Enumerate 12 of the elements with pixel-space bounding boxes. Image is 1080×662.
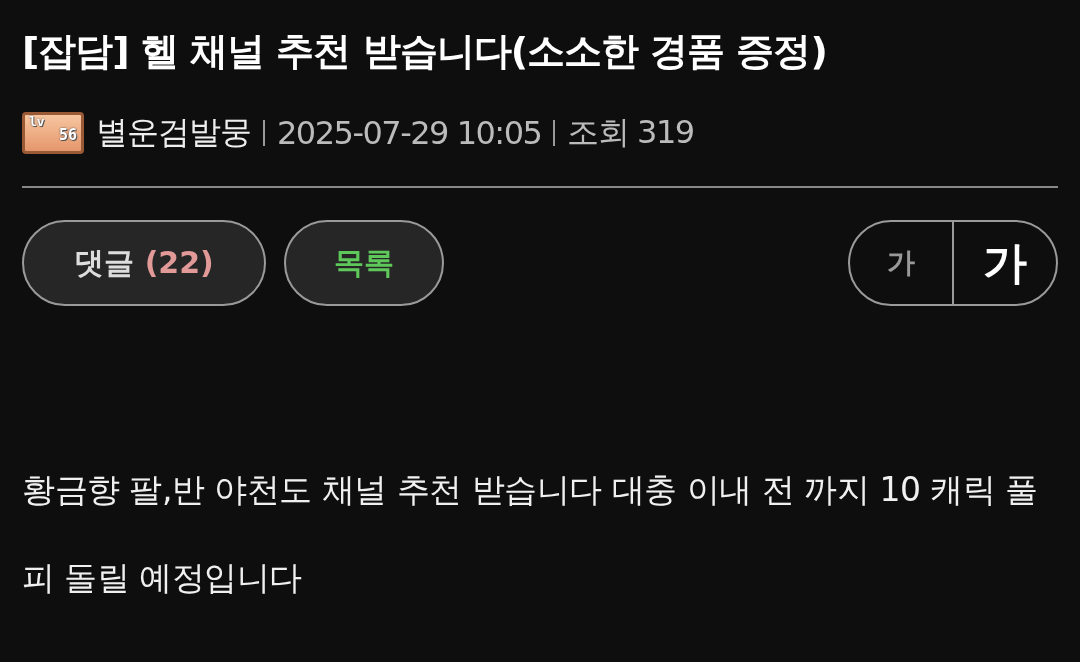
comments-button[interactable]: 댓글 (22) <box>22 220 266 306</box>
author-name[interactable]: 별운검발뭉 <box>96 111 251 155</box>
large-font-button[interactable]: 가 <box>954 222 1056 304</box>
level-number: 56 <box>58 128 77 143</box>
level-prefix: lv <box>29 115 46 128</box>
view-count: 조회 319 <box>567 112 694 153</box>
list-button[interactable]: 목록 <box>284 220 444 306</box>
post-title: [잡담] 헬 채널 추천 받습니다(소소한 경품 증정) <box>22 28 828 75</box>
comment-count: (22) <box>144 244 214 280</box>
post-body: 황금향 팔,반 야천도 채널 추천 받습니다 대충 이내 전 까지 10 캐릭 풀피 돌릴 예정입니다 <box>22 469 1039 599</box>
small-font-button[interactable]: 가 <box>850 222 954 304</box>
post-date: 2025-07-29 10:05 <box>277 114 542 152</box>
